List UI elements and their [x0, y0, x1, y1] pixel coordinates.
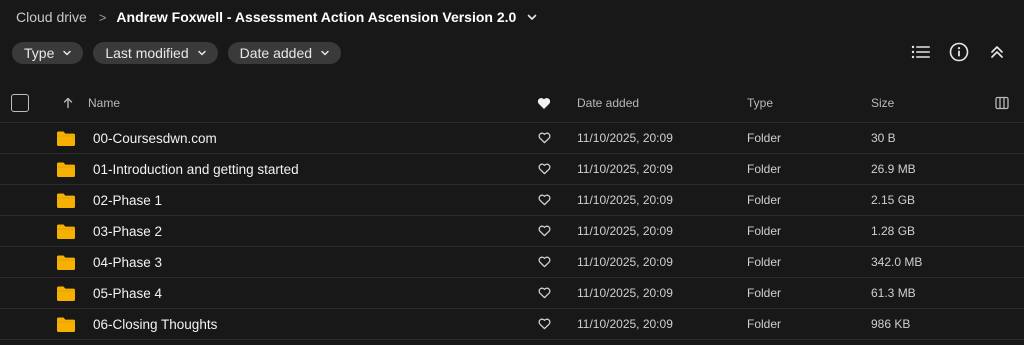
- info-icon[interactable]: [948, 41, 970, 63]
- row-date-added: 11/10/2025, 20:09: [577, 224, 673, 238]
- column-header-type[interactable]: Type: [747, 84, 773, 122]
- columns-settings-icon[interactable]: [995, 84, 1009, 122]
- row-date-added: 11/10/2025, 20:09: [577, 131, 673, 145]
- table-row[interactable]: 00-Coursesdwn.com 11/10/2025, 20:09 Folder…: [0, 122, 1024, 153]
- breadcrumb-current-folder: Andrew Foxwell - Assessment Action Ascen…: [116, 9, 517, 25]
- list-view-icon[interactable]: [910, 41, 932, 63]
- row-name[interactable]: 06-Closing Thoughts: [93, 309, 217, 339]
- filter-type-button[interactable]: Type: [12, 42, 84, 64]
- row-date-added: 11/10/2025, 20:09: [577, 162, 673, 176]
- breadcrumb-root-link[interactable]: Cloud drive: [16, 9, 87, 25]
- file-table: Name Date added Type Size 00-Coursesdwn.…: [0, 84, 1024, 340]
- filter-label: Last modified: [105, 45, 189, 61]
- collapse-icon[interactable]: [986, 41, 1008, 63]
- breadcrumb-separator: >: [98, 9, 107, 25]
- folder-icon: [57, 309, 75, 339]
- folder-icon: [57, 185, 75, 215]
- row-name[interactable]: 02-Phase 1: [93, 185, 162, 215]
- row-date-added: 11/10/2025, 20:09: [577, 286, 673, 300]
- favourite-icon[interactable]: [536, 216, 552, 246]
- folder-icon: [57, 216, 75, 246]
- row-date-added: 11/10/2025, 20:09: [577, 255, 673, 269]
- favourite-icon[interactable]: [536, 185, 552, 215]
- favourite-filled-icon[interactable]: [536, 84, 552, 122]
- row-type: Folder: [747, 193, 782, 207]
- row-size: 986 KB: [871, 317, 911, 331]
- row-name[interactable]: 04-Phase 3: [93, 247, 162, 277]
- favourite-icon[interactable]: [536, 309, 552, 339]
- row-name[interactable]: 03-Phase 2: [93, 216, 162, 246]
- row-date-added: 11/10/2025, 20:09: [577, 193, 673, 207]
- table-header: Name Date added Type Size: [0, 84, 1024, 122]
- row-type: Folder: [747, 162, 782, 176]
- chevron-down-icon[interactable]: [526, 11, 538, 23]
- table-row[interactable]: 02-Phase 1 11/10/2025, 20:09 Folder 2.15 GB: [0, 184, 1024, 215]
- row-name[interactable]: 01-Introduction and getting started: [93, 154, 299, 184]
- favourite-icon[interactable]: [536, 278, 552, 308]
- column-header-date-added[interactable]: Date added: [577, 84, 639, 122]
- row-type: Folder: [747, 224, 782, 238]
- table-row[interactable]: 03-Phase 2 11/10/2025, 20:09 Folder 1.28 GB: [0, 215, 1024, 246]
- filter-label: Date added: [239, 45, 313, 61]
- folder-icon: [57, 123, 75, 153]
- chevron-down-icon: [197, 48, 207, 58]
- row-type: Folder: [747, 286, 782, 300]
- row-date-added: 11/10/2025, 20:09: [577, 317, 673, 331]
- row-size: 30 B: [871, 131, 896, 145]
- breadcrumb: Cloud drive > Andrew Foxwell - Assessmen…: [16, 7, 538, 27]
- row-name[interactable]: 00-Coursesdwn.com: [93, 123, 217, 153]
- table-row[interactable]: 01-Introduction and getting started 11/10…: [0, 153, 1024, 184]
- favourite-icon[interactable]: [536, 154, 552, 184]
- favourite-icon[interactable]: [536, 123, 552, 153]
- filter-last-modified-button[interactable]: Last modified: [93, 42, 218, 64]
- row-size: 342.0 MB: [871, 255, 923, 269]
- filter-label: Type: [24, 45, 55, 61]
- folder-icon: [57, 154, 75, 184]
- row-size: 1.28 GB: [871, 224, 916, 238]
- filter-bar: Type Last modified Date added: [12, 42, 342, 64]
- row-type: Folder: [747, 317, 782, 331]
- favourite-icon[interactable]: [536, 247, 552, 277]
- view-toolbar: [910, 41, 1008, 63]
- row-type: Folder: [747, 255, 782, 269]
- select-all-checkbox[interactable]: [11, 94, 29, 112]
- table-row[interactable]: 05-Phase 4 11/10/2025, 20:09 Folder 61.3 MB: [0, 277, 1024, 308]
- filter-date-added-button[interactable]: Date added: [227, 42, 342, 64]
- chevron-down-icon: [320, 48, 330, 58]
- chevron-down-icon: [62, 48, 72, 58]
- row-name[interactable]: 05-Phase 4: [93, 278, 162, 308]
- folder-icon: [57, 247, 75, 277]
- table-row[interactable]: 04-Phase 3 11/10/2025, 20:09 Folder 342.0 M…: [0, 246, 1024, 277]
- table-row[interactable]: 06-Closing Thoughts 11/10/2025, 20:09 Fold…: [0, 308, 1024, 340]
- column-header-name[interactable]: Name: [88, 84, 120, 122]
- row-size: 61.3 MB: [871, 286, 916, 300]
- row-size: 26.9 MB: [871, 162, 916, 176]
- sort-ascending-icon[interactable]: [62, 84, 74, 122]
- row-size: 2.15 GB: [871, 193, 916, 207]
- column-header-size[interactable]: Size: [871, 84, 894, 122]
- row-type: Folder: [747, 131, 782, 145]
- table-body: 00-Coursesdwn.com 11/10/2025, 20:09 Folder…: [0, 122, 1024, 340]
- folder-icon: [57, 278, 75, 308]
